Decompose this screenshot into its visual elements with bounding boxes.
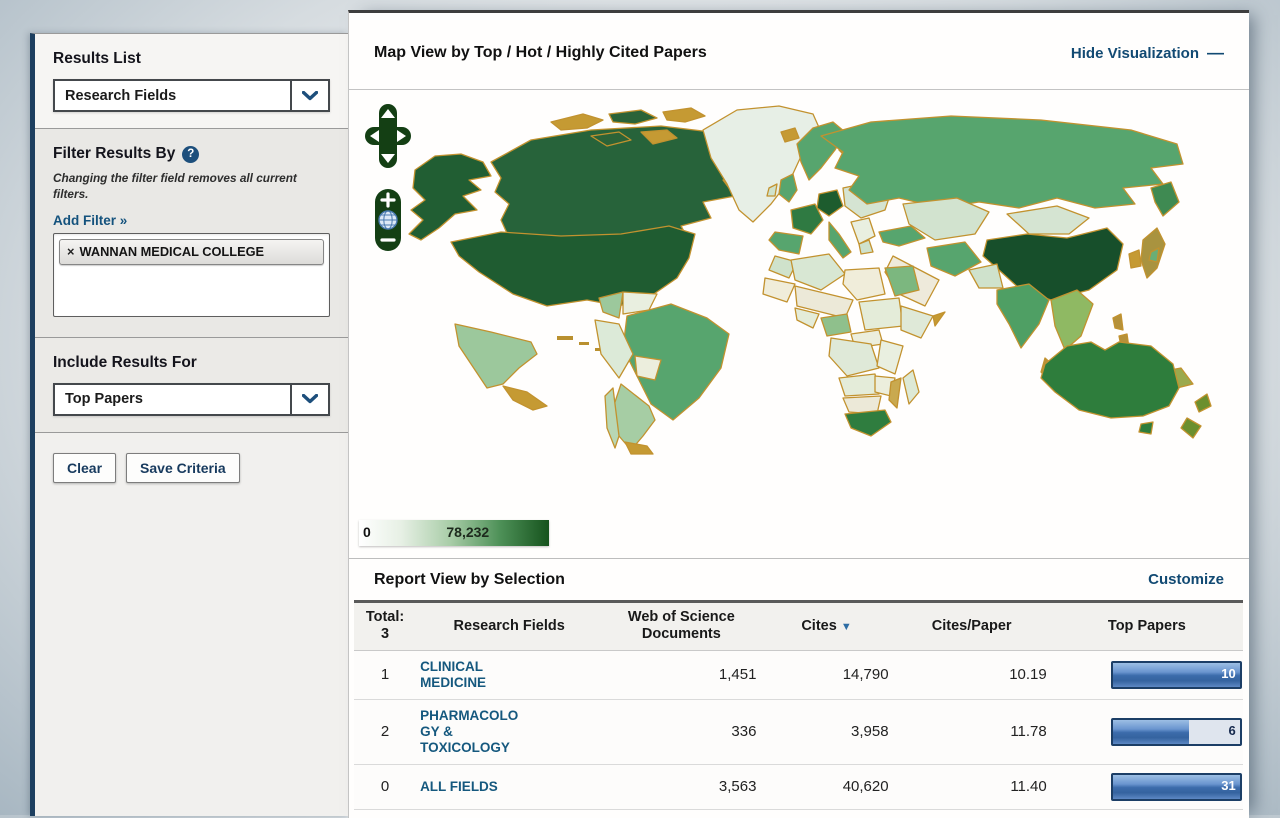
include-results-dropdown-value: Top Papers [55,385,290,414]
column-header-cites-per-paper[interactable]: Cites/Paper [893,602,1051,651]
total-count-header: Total: 3 [354,602,416,651]
row-documents: 336 [602,699,760,764]
results-list-dropdown[interactable]: Research Fields [53,79,330,112]
map-view-title: Map View by Top / Hot / Highly Cited Pap… [374,44,707,62]
report-view-header: Report View by Selection Customize [349,558,1249,600]
collapse-icon: — [1207,43,1224,63]
include-results-section: Include Results For Top Papers [35,338,348,433]
top-papers-bar[interactable]: 31 [1111,773,1242,801]
table-row: 1 CLINICAL MEDICINE 1,451 14,790 10.19 1… [354,650,1243,699]
world-map[interactable] [351,92,1235,508]
map-area: 0 78,232 [349,90,1249,558]
row-cites-per-paper: 11.40 [893,764,1051,809]
chevron-down-icon [290,385,328,414]
add-filter-link[interactable]: Add Filter » [53,213,127,228]
pan-control[interactable] [365,104,411,170]
hide-visualization-label: Hide Visualization [1071,45,1199,62]
top-papers-bar-fill [1113,720,1189,744]
row-rank: 1 [354,650,416,699]
include-results-heading: Include Results For [53,354,330,372]
row-cites: 3,958 [760,699,892,764]
map-legend: 0 78,232 [359,520,549,546]
table-row: 2 PHARMACOLOGY & TOXICOLOGY 336 3,958 11… [354,699,1243,764]
filter-note: Changing the filter field removes all cu… [53,171,330,203]
column-header-cites[interactable]: Cites ▼ [760,602,892,651]
zoom-control[interactable] [373,189,403,253]
main-panel: Map View by Top / Hot / Highly Cited Pap… [348,10,1249,818]
remove-icon[interactable]: × [67,244,74,259]
results-list-dropdown-value: Research Fields [55,81,290,110]
filter-chip[interactable]: × WANNAN MEDICAL COLLEGE [59,239,324,265]
globe-icon [379,211,397,229]
help-icon[interactable]: ? [182,146,199,163]
top-papers-bar[interactable]: 6 [1111,718,1242,746]
top-papers-value: 10 [1221,666,1235,681]
report-table-header-row: Total: 3 Research Fields Web of Science … [354,602,1243,651]
row-documents: 3,563 [602,764,760,809]
filter-results-section: Filter Results By ? Changing the filter … [35,129,348,338]
row-cites-per-paper: 10.19 [893,650,1051,699]
include-results-dropdown[interactable]: Top Papers [53,383,330,416]
row-documents: 1,451 [602,650,760,699]
top-papers-value: 6 [1229,723,1236,738]
filters-sidebar: Results List Research Fields Filter Resu… [30,33,348,816]
row-cites: 14,790 [760,650,892,699]
column-header-research-fields[interactable]: Research Fields [416,602,602,651]
table-row: 0 ALL FIELDS 3,563 40,620 11.40 31 [354,764,1243,809]
hide-visualization-link[interactable]: Hide Visualization — [1071,43,1224,63]
sidebar-actions: Clear Save Criteria [35,433,348,499]
top-papers-bar[interactable]: 10 [1111,661,1242,689]
field-link[interactable]: PHARMACOLOGY & TOXICOLOGY [420,708,528,756]
chevron-down-icon [290,81,328,110]
row-rank: 0 [354,764,416,809]
total-value: 3 [358,626,412,643]
row-rank: 2 [354,699,416,764]
active-filters-box: × WANNAN MEDICAL COLLEGE [53,233,330,317]
cites-header-label: Cites [801,618,836,634]
customize-link[interactable]: Customize [1148,571,1224,588]
results-list-heading: Results List [53,50,330,68]
sort-desc-icon: ▼ [841,621,852,633]
top-papers-value: 31 [1221,778,1235,793]
filter-chip-label: WANNAN MEDICAL COLLEGE [79,244,264,259]
total-label: Total: [358,609,412,626]
column-header-top-papers[interactable]: Top Papers [1051,602,1243,651]
legend-min-value: 0 [363,524,371,540]
report-table: Total: 3 Research Fields Web of Science … [354,600,1243,810]
filter-results-heading: Filter Results By [53,145,175,163]
map-view-header: Map View by Top / Hot / Highly Cited Pap… [349,13,1249,90]
report-view-title: Report View by Selection [374,571,565,589]
row-cites: 40,620 [760,764,892,809]
field-link[interactable]: ALL FIELDS [420,779,528,795]
results-list-section: Results List Research Fields [35,34,348,129]
clear-button[interactable]: Clear [53,453,116,483]
field-link[interactable]: CLINICAL MEDICINE [420,659,528,691]
save-criteria-button[interactable]: Save Criteria [126,453,240,483]
row-cites-per-paper: 11.78 [893,699,1051,764]
column-header-wos-documents[interactable]: Web of Science Documents [602,602,760,651]
legend-max-value: 78,232 [446,524,489,540]
